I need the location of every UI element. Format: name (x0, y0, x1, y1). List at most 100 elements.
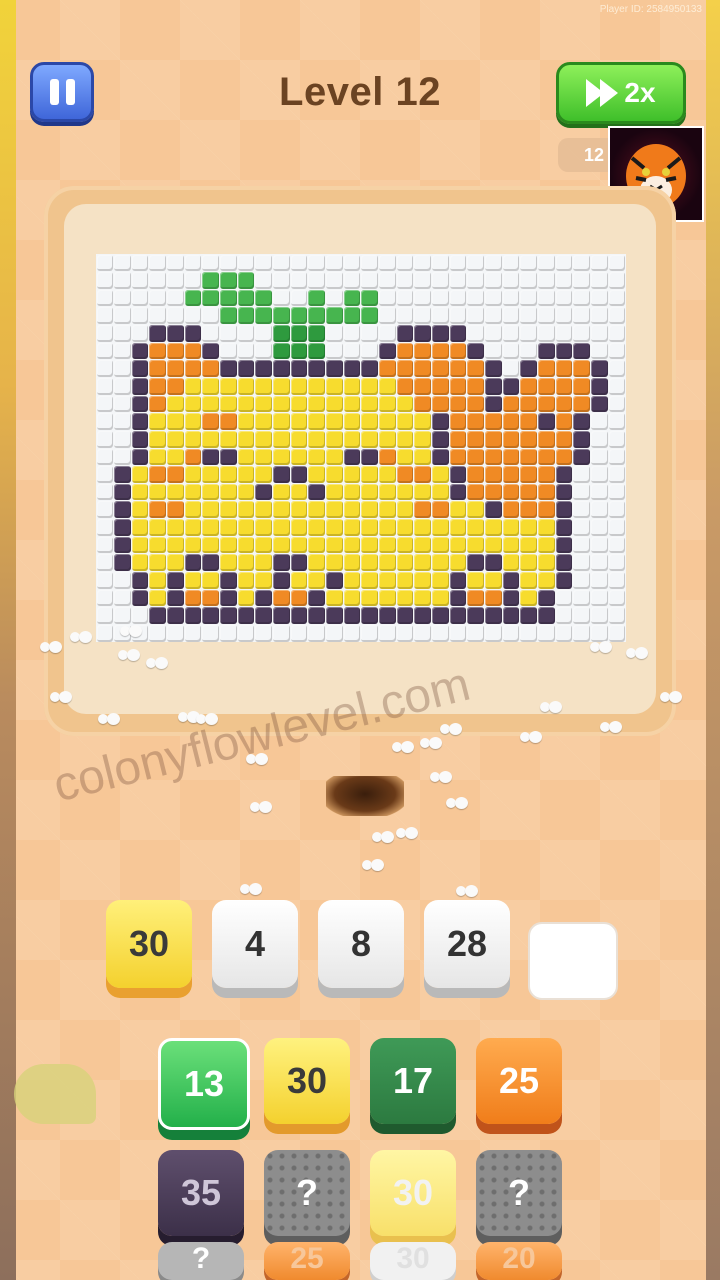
pixel-cell (255, 342, 273, 360)
pixel-cell (520, 571, 538, 589)
pixel-cell (255, 272, 273, 289)
ant (392, 740, 414, 754)
pixel-cell (184, 466, 202, 483)
queue-tile[interactable]: 17 (370, 1038, 456, 1124)
pixel-cell (149, 501, 167, 519)
queue-tile[interactable]: 30 (370, 1242, 456, 1280)
pixel-cell (167, 607, 184, 624)
pixel-cell (396, 501, 414, 519)
color-slot[interactable]: 30 (106, 900, 192, 988)
pixel-cell (520, 307, 538, 325)
pixel-cell (396, 289, 414, 307)
queue-tile[interactable]: 35 (158, 1150, 244, 1236)
pixel-cell (290, 413, 308, 430)
pixel-cell (184, 589, 202, 607)
pixel-cell (555, 360, 573, 377)
pixel-cell (255, 554, 273, 571)
pixel-cell (538, 342, 555, 360)
pixel-cell (485, 466, 502, 483)
pixel-cell (379, 307, 396, 325)
pixel-cell (220, 519, 237, 536)
pixel-cell (485, 307, 502, 325)
color-slot[interactable]: 8 (318, 900, 404, 988)
pixel-cell (114, 448, 131, 466)
pixel-cell (379, 289, 396, 307)
pixel-cell (573, 307, 591, 325)
pixel-cell (220, 466, 237, 483)
queue-tile[interactable]: 25 (264, 1242, 350, 1280)
pixel-cell (220, 413, 237, 430)
color-slot[interactable]: 4 (212, 900, 298, 988)
queue-tile[interactable]: 25 (476, 1038, 562, 1124)
pixel-cell (591, 466, 608, 483)
pixel-cell (520, 589, 538, 607)
pixel-cell (167, 254, 184, 272)
pixel-cell (396, 483, 414, 501)
queue-tile[interactable]: ? (476, 1150, 562, 1236)
pixel-cell (520, 342, 538, 360)
pixel-cell (414, 289, 432, 307)
pixel-cell (131, 536, 149, 554)
queue-tile[interactable]: ? (264, 1150, 350, 1236)
queue-tile[interactable]: 30 (264, 1038, 350, 1124)
ant (362, 858, 384, 872)
pixel-cell (308, 466, 326, 483)
pixel-cell (449, 307, 467, 325)
queue-tile[interactable]: ? (158, 1242, 244, 1280)
pixel-cell (485, 342, 502, 360)
pixel-cell (414, 254, 432, 272)
pixel-cell (467, 325, 485, 342)
speed-2x-button[interactable]: 2x (556, 62, 686, 124)
pixel-cell (414, 272, 432, 289)
pixel-cell (96, 501, 114, 519)
pixel-cell (573, 536, 591, 554)
pixel-cell (361, 571, 379, 589)
pixel-cell (273, 325, 290, 342)
pixel-cell (432, 254, 449, 272)
pixel-cell (591, 519, 608, 536)
pixel-cell (184, 254, 202, 272)
pixel-cell (326, 413, 343, 430)
queue-tile[interactable]: 30 (370, 1150, 456, 1236)
pixel-cell (379, 501, 396, 519)
pixel-cell (290, 307, 308, 325)
pixel-cell (149, 554, 167, 571)
pixel-cell (432, 466, 449, 483)
pixel-cell (184, 554, 202, 571)
pixel-cell (202, 501, 220, 519)
pixel-cell (449, 536, 467, 554)
pixel-cell (361, 483, 379, 501)
ant (396, 826, 418, 840)
pixel-cell (591, 307, 608, 325)
queue-tile[interactable]: 20 (476, 1242, 562, 1280)
pixel-cell (467, 536, 485, 554)
pixel-cell (379, 254, 396, 272)
pixel-cell (290, 519, 308, 536)
pixel-cell (255, 589, 273, 607)
pixel-cell (184, 483, 202, 501)
queue-tile[interactable]: 13 (158, 1038, 250, 1130)
pixel-cell (467, 571, 485, 589)
pixel-cell (343, 413, 361, 430)
pixel-cell (485, 413, 502, 430)
pixel-cell (237, 501, 255, 519)
pixel-cell (343, 395, 361, 413)
pixel-cell (114, 325, 131, 342)
pixel-cell (255, 377, 273, 395)
pixel-cell (167, 501, 184, 519)
pixel-cell (96, 483, 114, 501)
pixel-cell (343, 377, 361, 395)
pixel-cell (96, 395, 114, 413)
color-slot[interactable]: 28 (424, 900, 510, 988)
pixel-cell (220, 272, 237, 289)
pixel-cell (396, 430, 414, 448)
pixel-cell (379, 571, 396, 589)
pixel-cell (273, 589, 290, 607)
pixel-cell (591, 571, 608, 589)
empty-slot[interactable] (528, 922, 618, 1000)
pixel-cell (273, 272, 290, 289)
pixel-cell (96, 466, 114, 483)
pixel-cell (308, 307, 326, 325)
pixel-cell (591, 325, 608, 342)
pixel-cell (149, 624, 167, 642)
